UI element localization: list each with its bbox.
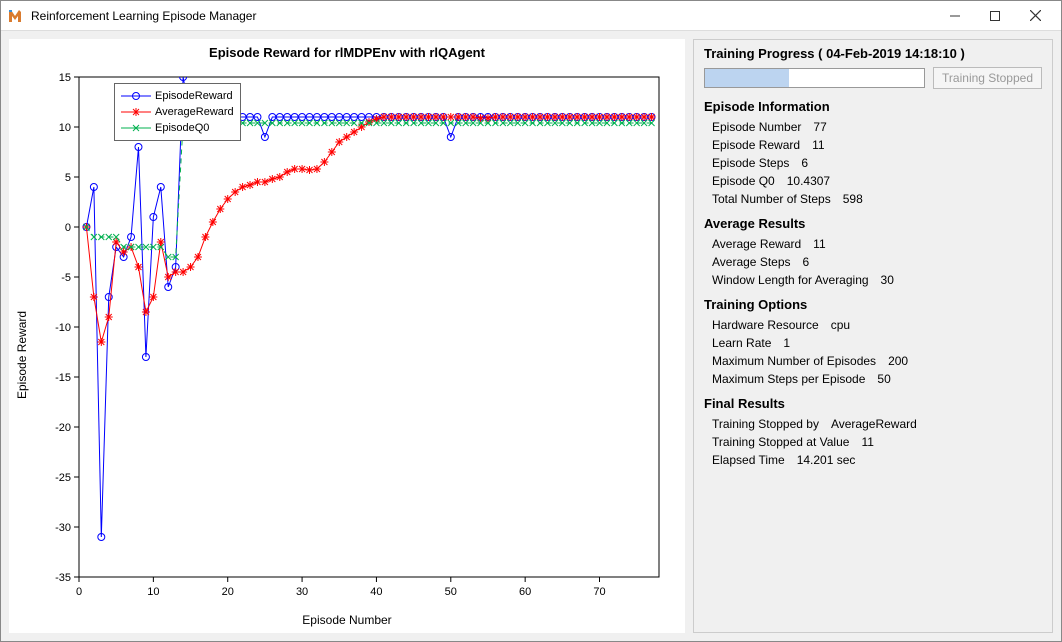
info-row: Learn Rate 1 [704, 334, 1042, 352]
info-label: Episode Q0 [712, 174, 775, 188]
legend-item-2: EpisodeQ0 [155, 122, 209, 134]
info-label: Hardware Resource [712, 318, 819, 332]
svg-text:50: 50 [445, 586, 457, 598]
info-row: Episode Reward 11 [704, 136, 1042, 154]
svg-text:-30: -30 [55, 522, 71, 534]
svg-text:15: 15 [59, 72, 71, 84]
info-value: 598 [843, 192, 863, 206]
window-title: Reinforcement Learning Episode Manager [31, 9, 935, 23]
info-value: 6 [801, 156, 808, 170]
info-value: 1 [783, 336, 790, 350]
content-area: Episode Reward for rlMDPEnv with rlQAgen… [1, 31, 1061, 641]
info-label: Training Stopped at Value [712, 435, 849, 449]
info-label: Episode Reward [712, 138, 800, 152]
info-value: 10.4307 [787, 174, 830, 188]
info-label: Average Steps [712, 255, 791, 269]
legend-item-1: AverageReward [155, 106, 234, 118]
svg-text:-35: -35 [55, 572, 71, 584]
section-final-results: Final Results [704, 396, 1042, 411]
training-progress-header: Training Progress ( 04-Feb-2019 14:18:10… [704, 46, 1042, 61]
titlebar: Reinforcement Learning Episode Manager [1, 1, 1061, 31]
svg-text:-20: -20 [55, 422, 71, 434]
info-label: Training Stopped by [712, 417, 819, 431]
info-label: Maximum Number of Episodes [712, 354, 876, 368]
info-label: Average Reward [712, 237, 801, 251]
svg-text:-5: -5 [61, 272, 71, 284]
training-stop-button[interactable]: Training Stopped [933, 67, 1042, 89]
svg-text:30: 30 [296, 586, 308, 598]
info-label: Episode Number [712, 120, 801, 134]
close-button[interactable] [1015, 2, 1055, 30]
info-value: 11 [813, 237, 825, 251]
info-label: Window Length for Averaging [712, 273, 869, 287]
info-row: Episode Number 77 [704, 118, 1042, 136]
info-value: 11 [812, 138, 824, 152]
episode-info-rows: Episode Number77Episode Reward11Episode … [704, 118, 1042, 208]
info-label: Total Number of Steps [712, 192, 831, 206]
side-panel: Training Progress ( 04-Feb-2019 14:18:10… [693, 39, 1053, 633]
info-row: Average Steps 6 [704, 253, 1042, 271]
section-episode-info: Episode Information [704, 99, 1042, 114]
info-row: Window Length for Averaging 30 [704, 271, 1042, 289]
maximize-button[interactable] [975, 2, 1015, 30]
svg-text:10: 10 [59, 122, 71, 134]
svg-text:60: 60 [519, 586, 531, 598]
info-label: Elapsed Time [712, 453, 785, 467]
info-row: Episode Steps 6 [704, 154, 1042, 172]
svg-text:40: 40 [370, 586, 382, 598]
info-value: 50 [877, 372, 890, 386]
info-value: 77 [813, 120, 826, 134]
info-value: 14.201 sec [797, 453, 856, 467]
info-row: Episode Q0 10.4307 [704, 172, 1042, 190]
info-label: Episode Steps [712, 156, 789, 170]
info-row: Elapsed Time 14.201 sec [704, 451, 1042, 469]
svg-text:20: 20 [222, 586, 234, 598]
svg-text:-10: -10 [55, 322, 71, 334]
info-value: 11 [861, 435, 873, 449]
svg-text:70: 70 [593, 586, 605, 598]
training-options-rows: Hardware Resource cpu Learn Rate 1 Maximum N… [704, 316, 1042, 388]
info-value: 6 [803, 255, 810, 269]
info-row: Maximum Number of Episodes 200 [704, 352, 1042, 370]
section-training-options: Training Options [704, 297, 1042, 312]
chart-panel: Episode Reward for rlMDPEnv with rlQAgen… [9, 39, 685, 633]
average-results-rows: Average Reward 11 Average Steps 6 Window Len… [704, 235, 1042, 289]
info-row: Total Number of Steps 598 [704, 190, 1042, 208]
svg-text:0: 0 [65, 222, 71, 234]
svg-text:-25: -25 [55, 472, 71, 484]
minimize-button[interactable] [935, 2, 975, 30]
info-value: 200 [888, 354, 908, 368]
info-row: Maximum Steps per Episode 50 [704, 370, 1042, 388]
legend-item-0: EpisodeReward [155, 90, 233, 102]
svg-text:5: 5 [65, 172, 71, 184]
x-axis-label: Episode Number [302, 613, 391, 627]
info-row: Training Stopped by AverageReward [704, 415, 1042, 433]
info-row: Training Stopped at Value 11 [704, 433, 1042, 451]
app-icon [7, 8, 23, 24]
info-label: Maximum Steps per Episode [712, 372, 865, 386]
svg-text:-15: -15 [55, 372, 71, 384]
final-results-rows: Training Stopped byAverageRewardTraining… [704, 415, 1042, 469]
info-value: AverageReward [831, 417, 917, 431]
progress-bar [704, 68, 925, 88]
y-axis-label: Episode Reward [15, 311, 29, 399]
section-average-results: Average Results [704, 216, 1042, 231]
info-row: Hardware Resource cpu [704, 316, 1042, 334]
info-value: cpu [831, 318, 850, 332]
chart-legend[interactable]: EpisodeReward AverageReward EpisodeQ0 [114, 83, 241, 141]
info-label: Learn Rate [712, 336, 771, 350]
progress-fill [705, 69, 789, 87]
svg-text:10: 10 [147, 586, 159, 598]
chart-plot: 0 10 20 30 40 50 60 70 -35 -30 -25 -20 -15 -10 -5 0 5 10 1… [9, 57, 679, 627]
info-value: 30 [881, 273, 894, 287]
info-row: Average Reward 11 [704, 235, 1042, 253]
svg-text:0: 0 [76, 586, 82, 598]
